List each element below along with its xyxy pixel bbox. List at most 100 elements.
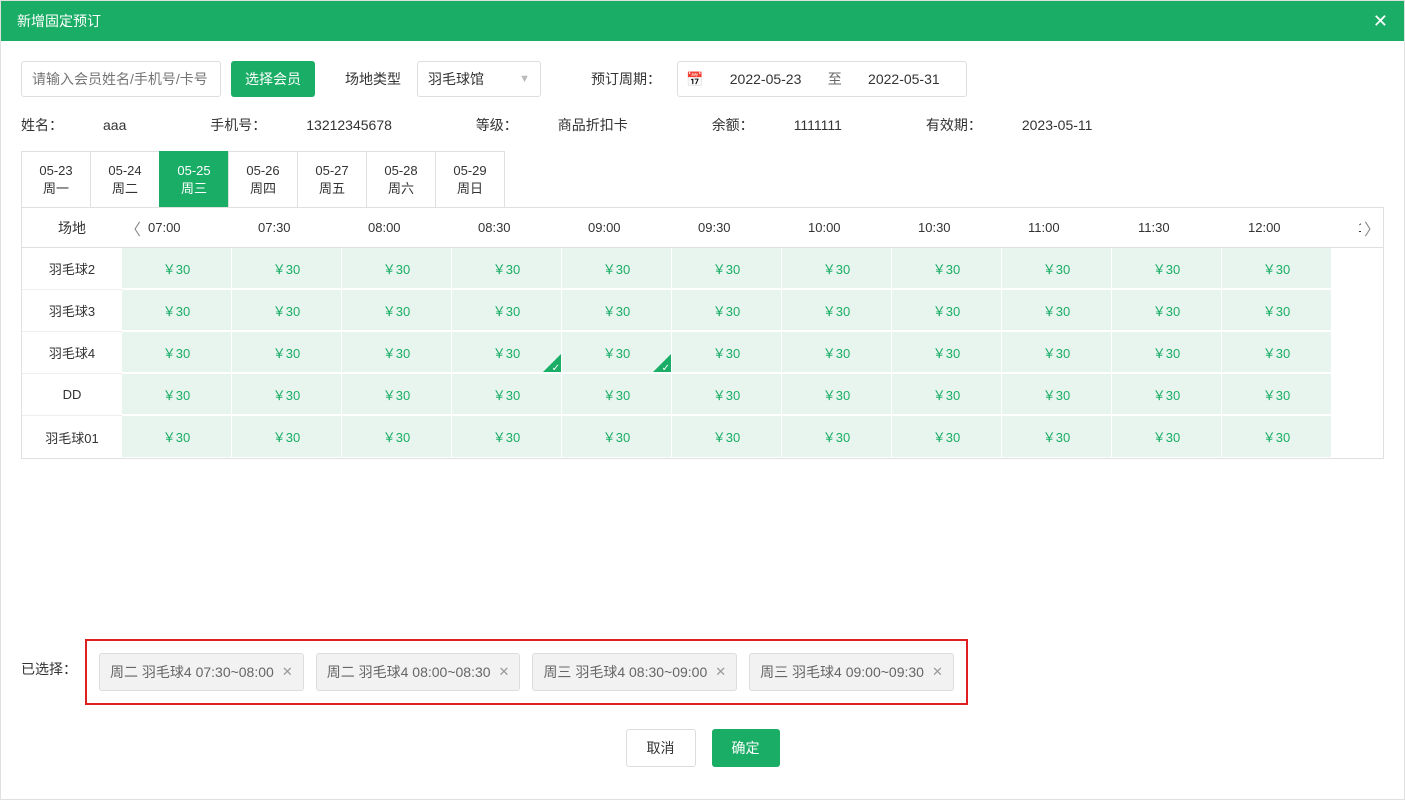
venue-row-header: 羽毛球01	[22, 416, 122, 458]
slot-cell[interactable]: ￥30	[122, 248, 232, 289]
slot-cell[interactable]: ￥30	[562, 248, 672, 289]
confirm-button[interactable]: 确定	[712, 729, 780, 767]
venue-type-select[interactable]: 羽毛球馆 ▼	[417, 61, 541, 97]
date-tabs: 05-23周一05-24周二05-25周三05-26周四05-27周五05-28…	[21, 151, 1384, 208]
venue-type-value: 羽毛球馆	[428, 69, 484, 89]
slot-cell[interactable]: ￥30	[452, 374, 562, 415]
slot-cell[interactable]: ￥30	[892, 374, 1002, 415]
date-tab[interactable]: 05-25周三	[159, 151, 229, 207]
scroll-right-icon[interactable]: 〉	[1361, 208, 1383, 247]
slot-cell[interactable]: ￥30	[892, 416, 1002, 457]
slot-cell[interactable]: ￥30	[782, 248, 892, 289]
slot-cell[interactable]: ￥30	[342, 290, 452, 331]
slot-cell[interactable]: ￥30	[562, 374, 672, 415]
date-tab[interactable]: 05-27周五	[297, 151, 367, 207]
slot-cell[interactable]: ￥30	[1222, 290, 1332, 331]
slot-cell[interactable]: ￥30	[232, 374, 342, 415]
slot-cell[interactable]: ￥30	[122, 374, 232, 415]
date-to: 2022-05-31	[850, 71, 958, 87]
slot-cell[interactable]: ￥30	[672, 374, 782, 415]
slot-cell[interactable]: ￥30	[232, 248, 342, 289]
time-header: 场地 〈 07:0007:3008:0008:3009:0009:3010:00…	[22, 208, 1383, 248]
slot-cell[interactable]: ￥30	[1112, 332, 1222, 373]
venue-column: 羽毛球2羽毛球3羽毛球4DD羽毛球01	[22, 248, 122, 458]
slot-cell[interactable]: ￥30	[342, 248, 452, 289]
slot-cell[interactable]: ￥30	[782, 290, 892, 331]
slot-cell[interactable]: ￥30	[452, 290, 562, 331]
slot-cell[interactable]: ￥30	[672, 416, 782, 457]
slot-cell[interactable]: ￥30	[892, 332, 1002, 373]
member-search-input[interactable]	[21, 61, 221, 97]
date-tab[interactable]: 05-28周六	[366, 151, 436, 207]
slot-cell[interactable]: ￥30	[232, 332, 342, 373]
toolbar: 选择会员 场地类型 羽毛球馆 ▼ 预订周期： 📅 2022-05-23 至 20…	[21, 61, 1384, 97]
slot-cell[interactable]: ￥30	[782, 374, 892, 415]
slot-cell[interactable]: ￥30	[562, 416, 672, 457]
slot-cell[interactable]: ￥30	[342, 416, 452, 457]
slot-cell[interactable]: ￥30	[892, 248, 1002, 289]
slot-cell[interactable]: ￥30	[452, 248, 562, 289]
slot-cell[interactable]: ￥30	[672, 248, 782, 289]
tag-remove-icon[interactable]: ✕	[715, 664, 726, 680]
booking-period-label: 预订周期：	[591, 69, 661, 89]
tag-remove-icon[interactable]: ✕	[499, 664, 510, 680]
selected-tag: 周三 羽毛球4 09:00~09:30 ✕	[749, 653, 954, 691]
slot-cell[interactable]: ￥30	[1112, 416, 1222, 457]
slot-cell[interactable]: ￥30	[1002, 332, 1112, 373]
scroll-left-icon[interactable]: 〈	[122, 208, 144, 247]
tag-text: 周三 羽毛球4 09:00~09:30	[760, 662, 924, 682]
slot-cell[interactable]: ￥30	[1112, 290, 1222, 331]
slot-cell[interactable]: ￥30	[232, 290, 342, 331]
slot-cell[interactable]: ￥30	[562, 332, 672, 373]
slot-cell[interactable]: ￥30	[1002, 416, 1112, 457]
chevron-down-icon: ▼	[519, 73, 530, 85]
slot-cell[interactable]: ￥30	[1222, 416, 1332, 457]
slot-cell[interactable]: ￥30	[892, 290, 1002, 331]
slots-area: ￥30￥30￥30￥30￥30￥30￥30￥30￥30￥30￥30￥30￥30￥…	[122, 248, 1383, 458]
slot-cell[interactable]: ￥30	[1222, 374, 1332, 415]
date-tab[interactable]: 05-24周二	[90, 151, 160, 207]
time-column-header: 11:00	[1024, 220, 1134, 235]
slot-cell[interactable]: ￥30	[672, 332, 782, 373]
slot-cell[interactable]: ￥30	[122, 416, 232, 457]
select-member-button[interactable]: 选择会员	[231, 61, 315, 97]
schedule-grid: 场地 〈 07:0007:3008:0008:3009:0009:3010:00…	[21, 208, 1384, 459]
slot-cell[interactable]: ￥30	[782, 332, 892, 373]
slot-row: ￥30￥30￥30￥30￥30￥30￥30￥30￥30￥30￥30	[122, 374, 1383, 416]
slot-cell[interactable]: ￥30	[1002, 290, 1112, 331]
slot-cell[interactable]: ￥30	[1002, 248, 1112, 289]
tag-remove-icon[interactable]: ✕	[932, 664, 943, 680]
date-separator: 至	[828, 69, 842, 89]
time-column-header: 11:30	[1134, 220, 1244, 235]
slot-cell[interactable]: ￥30	[1112, 248, 1222, 289]
slot-row: ￥30￥30￥30￥30￥30￥30￥30￥30￥30￥30￥30	[122, 290, 1383, 332]
slot-row: ￥30￥30￥30￥30￥30￥30￥30￥30￥30￥30￥30	[122, 248, 1383, 290]
time-column-header: 09:30	[694, 220, 804, 235]
tag-remove-icon[interactable]: ✕	[282, 664, 293, 680]
slot-cell[interactable]: ￥30	[782, 416, 892, 457]
selected-tag: 周二 羽毛球4 07:30~08:00✕	[99, 653, 304, 691]
slot-cell[interactable]: ￥30	[232, 416, 342, 457]
slot-cell[interactable]: ￥30	[122, 290, 232, 331]
close-icon[interactable]: ✕	[1373, 11, 1388, 32]
time-column-header: 10:00	[804, 220, 914, 235]
slot-cell[interactable]: ￥30	[562, 290, 672, 331]
slot-cell[interactable]: ￥30	[122, 332, 232, 373]
slot-cell[interactable]: ￥30	[1222, 248, 1332, 289]
slot-cell[interactable]: ￥30	[342, 374, 452, 415]
info-grade: 等级：商品折扣卡	[476, 117, 668, 133]
cancel-button[interactable]: 取消	[626, 729, 696, 767]
selected-tag: 周二 羽毛球4 08:00~08:30✕	[316, 653, 521, 691]
date-tab[interactable]: 05-29周日	[435, 151, 505, 207]
slot-cell[interactable]: ￥30	[452, 416, 562, 457]
slot-cell[interactable]: ￥30	[1222, 332, 1332, 373]
slot-cell[interactable]: ￥30	[672, 290, 782, 331]
slot-cell[interactable]: ￥30	[1112, 374, 1222, 415]
slot-cell[interactable]: ￥30	[1002, 374, 1112, 415]
date-tab[interactable]: 05-23周一	[21, 151, 91, 207]
slot-cell[interactable]: ￥30	[452, 332, 562, 373]
date-tab[interactable]: 05-26周四	[228, 151, 298, 207]
slot-cell[interactable]: ￥30	[342, 332, 452, 373]
dialog-body: 选择会员 场地类型 羽毛球馆 ▼ 预订周期： 📅 2022-05-23 至 20…	[1, 41, 1404, 799]
date-range-picker[interactable]: 📅 2022-05-23 至 2022-05-31	[677, 61, 967, 97]
